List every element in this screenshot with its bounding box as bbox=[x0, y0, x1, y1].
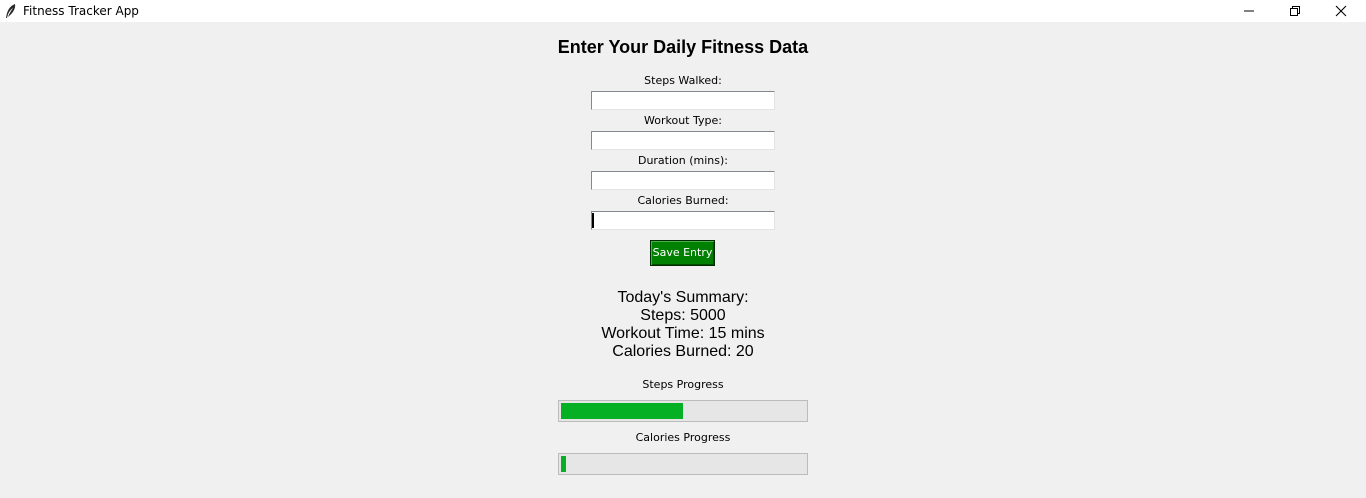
close-icon bbox=[1335, 5, 1347, 17]
feather-icon bbox=[4, 3, 18, 19]
save-entry-button[interactable]: Save Entry bbox=[650, 240, 715, 266]
summary-steps: Steps: 5000 bbox=[640, 307, 726, 324]
text-caret bbox=[592, 213, 594, 228]
steps-progress-label: Steps Progress bbox=[642, 378, 724, 391]
duration-label: Duration (mins): bbox=[637, 154, 729, 167]
restore-button[interactable] bbox=[1272, 0, 1318, 22]
title-bar: Fitness Tracker App bbox=[0, 0, 1366, 22]
workout-type-input[interactable] bbox=[591, 131, 775, 150]
summary-workout-time: Workout Time: 15 mins bbox=[601, 325, 765, 342]
summary-heading: Today's Summary: bbox=[617, 289, 749, 306]
window-title: Fitness Tracker App bbox=[23, 4, 139, 18]
calories-progress-label: Calories Progress bbox=[635, 431, 731, 444]
steps-progress-bar bbox=[558, 400, 808, 422]
steps-input[interactable] bbox=[591, 91, 775, 110]
summary-panel: Today's Summary: Steps: 5000 Workout Tim… bbox=[483, 289, 883, 361]
workout-type-label: Workout Type: bbox=[644, 114, 722, 127]
calories-progress-fill bbox=[561, 456, 566, 472]
duration-input[interactable] bbox=[591, 171, 775, 190]
summary-calories: Calories Burned: 20 bbox=[612, 343, 754, 360]
steps-progress-fill bbox=[561, 403, 683, 419]
calories-input[interactable] bbox=[591, 211, 775, 230]
calories-label: Calories Burned: bbox=[637, 194, 729, 207]
close-button[interactable] bbox=[1318, 0, 1364, 22]
restore-icon bbox=[1290, 6, 1300, 16]
minimize-button[interactable] bbox=[1226, 0, 1272, 22]
page-title: Enter Your Daily Fitness Data bbox=[557, 37, 809, 57]
calories-progress-bar bbox=[558, 453, 808, 475]
minimize-icon bbox=[1244, 10, 1254, 12]
steps-label: Steps Walked: bbox=[644, 74, 722, 87]
